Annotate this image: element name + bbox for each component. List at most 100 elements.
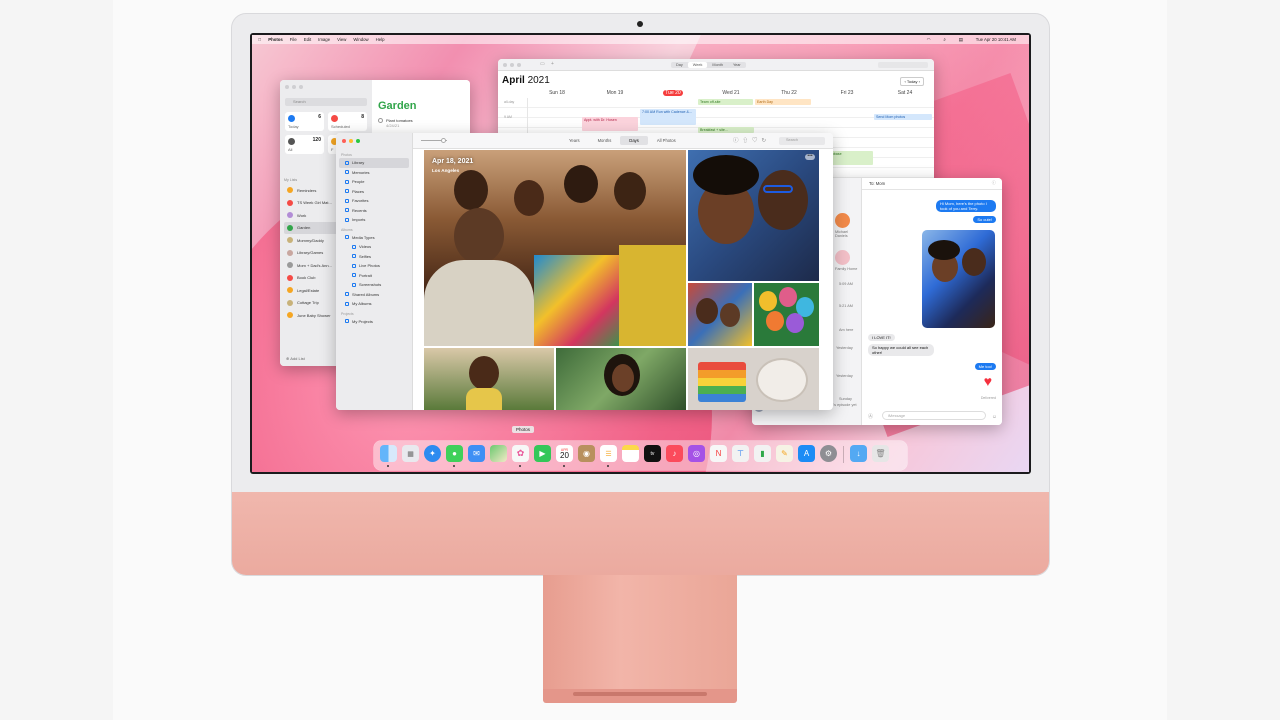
photo-thumbnail[interactable] [754, 283, 819, 346]
contacts-icon[interactable]: ◉ [578, 445, 595, 462]
sidebar-item-my-projects[interactable]: My Projects [339, 317, 409, 327]
heart-icon[interactable]: ♥ [984, 373, 992, 389]
sidebar-item-media-types[interactable]: Media Types [339, 233, 409, 243]
sidebar-item-library[interactable]: Library [339, 158, 409, 168]
maps-icon[interactable] [490, 445, 507, 462]
day-header[interactable]: Sun 18 [528, 90, 586, 96]
tile-all[interactable]: 120 All [285, 135, 324, 154]
info-icon[interactable]: ⓘ [992, 180, 996, 186]
photo-thumbnail[interactable] [424, 348, 554, 410]
tab-all-photos[interactable]: All Photos [648, 136, 685, 145]
tab-months[interactable]: Months [589, 136, 621, 145]
reminders-icon[interactable]: ☰ [600, 445, 617, 462]
sidebar-item-my-albums[interactable]: My Albums [339, 299, 409, 309]
calendar-event[interactable]: Send Mom photos [874, 114, 932, 120]
downloads-folder-icon[interactable]: ↓ [850, 445, 867, 462]
sidebar-item-screenshots[interactable]: Screenshots [339, 280, 409, 290]
mail-icon[interactable]: ✉ [468, 445, 485, 462]
sidebar-item-live-photos[interactable]: Live Photos [339, 261, 409, 271]
photo-thumbnail[interactable] [688, 283, 752, 346]
podcasts-icon[interactable]: ◎ [688, 445, 705, 462]
photo-thumbnail[interactable]: Apr 18, 2021 Los Angeles [424, 150, 686, 346]
photos-icon[interactable]: ✿ [512, 445, 529, 462]
message-bubble-received[interactable]: I LOVE IT! [868, 334, 895, 341]
photo-thumbnail[interactable]: ••• [688, 150, 819, 281]
menu-file[interactable]: File [290, 37, 297, 42]
sidebar-item-recents[interactable]: Recents [339, 206, 409, 216]
window-controls[interactable] [285, 85, 303, 89]
calendar-event[interactable]: Breakfast + site... [698, 127, 754, 133]
view-month[interactable]: Month [707, 62, 728, 68]
sidebar-item-favorites[interactable]: Favorites [339, 196, 409, 206]
day-header[interactable]: Fri 23 [818, 90, 876, 96]
gear-icon[interactable]: ⚙ [820, 445, 837, 462]
day-header[interactable]: Sat 24 [876, 90, 934, 96]
apple-icon[interactable]:  [258, 37, 261, 42]
view-year[interactable]: Year [728, 62, 746, 68]
reminder-item[interactable]: Plant tomatoes 4/24/21 [378, 118, 464, 128]
music-icon[interactable]: ♪ [666, 445, 683, 462]
message-bubble-sent[interactable]: Hi Mom, here's the photo I took of you a… [936, 200, 996, 212]
recipient-field[interactable]: To: Mom ⓘ [862, 178, 1002, 190]
emoji-icon[interactable]: ☺ [992, 414, 997, 420]
close-icon[interactable] [342, 139, 346, 143]
message-photo[interactable] [922, 230, 995, 328]
menu-app-name[interactable]: Photos [268, 37, 283, 42]
calendar-list-icon[interactable]: ▭ [540, 61, 545, 67]
keynote-icon[interactable]: ⊤ [732, 445, 749, 462]
day-header[interactable]: Wed 21 [702, 90, 760, 96]
window-controls[interactable] [503, 63, 521, 67]
message-input[interactable]: iMessage [882, 411, 986, 420]
info-icon[interactable]: ⓘ [733, 138, 743, 144]
minimize-icon[interactable] [349, 139, 353, 143]
trash-icon[interactable]: 🗑 [872, 445, 889, 462]
view-week[interactable]: Week [687, 62, 708, 68]
control-center-icon[interactable]: ▤ [959, 37, 963, 43]
share-icon[interactable]: ⇧ [743, 138, 753, 144]
day-header[interactable]: Thu 22 [760, 90, 818, 96]
add-list-button[interactable]: ⊕ Add List [286, 356, 305, 361]
conversation-name[interactable]: Family Home [835, 267, 857, 271]
apple-tv-icon[interactable]: tv [644, 445, 661, 462]
sidebar-item-selfies[interactable]: Selfies [339, 252, 409, 262]
add-event-icon[interactable]: + [551, 61, 554, 67]
tab-years[interactable]: Years [560, 136, 589, 145]
finder-icon[interactable] [380, 445, 397, 462]
tile-scheduled[interactable]: 8 Scheduled [328, 112, 367, 131]
sidebar-item-shared-albums[interactable]: Shared Albums [339, 290, 409, 300]
message-bubble-sent[interactable]: Me too! [974, 363, 996, 370]
news-icon[interactable]: N [710, 445, 727, 462]
search-icon[interactable]: ⌕ [943, 37, 945, 43]
heart-icon[interactable]: ♡ [752, 138, 762, 144]
reminders-search-input[interactable]: Search [285, 98, 367, 106]
sidebar-item-memories[interactable]: Memories [339, 168, 409, 178]
wifi-icon[interactable]: ◠ [927, 37, 931, 43]
calendar-event[interactable]: Earth Day [755, 99, 811, 105]
safari-icon[interactable]: ✦ [424, 445, 441, 462]
tile-today[interactable]: 6 Today [285, 112, 324, 131]
sidebar-item-people[interactable]: People [339, 177, 409, 187]
pages-icon[interactable]: ✎ [776, 445, 793, 462]
menu-clock[interactable]: Tue Apr 20 10:41 AM [976, 37, 1016, 43]
zoom-slider-knob[interactable] [441, 138, 446, 143]
more-icon[interactable]: ••• [805, 154, 815, 160]
fullscreen-icon[interactable] [356, 139, 360, 143]
launchpad-icon[interactable]: ▦ [402, 445, 419, 462]
tab-days[interactable]: Days [620, 136, 648, 145]
photo-thumbnail[interactable] [688, 348, 819, 410]
sidebar-item-videos[interactable]: Videos [339, 242, 409, 252]
notes-icon[interactable] [622, 445, 639, 462]
sidebar-item-imports[interactable]: Imports [339, 215, 409, 225]
app-store-icon[interactable]: Ⓐ [868, 413, 873, 420]
day-header[interactable]: Mon 19 [586, 90, 644, 96]
sidebar-item-portrait[interactable]: Portrait [339, 271, 409, 281]
rotate-icon[interactable]: ↻ [762, 138, 771, 144]
day-header-today[interactable]: Tue 20 [644, 90, 702, 96]
message-bubble-sent[interactable]: So cute! [973, 216, 996, 223]
today-button[interactable]: ‹ Today › [900, 77, 924, 86]
menu-image[interactable]: Image [318, 37, 330, 42]
calendar-event[interactable]: Appt. with Dr. Hosen [582, 117, 638, 131]
avatar[interactable] [835, 213, 850, 228]
facetime-icon[interactable]: ▶ [534, 445, 551, 462]
calendar-event[interactable]: 7:00 AM Run with Cadence &... [640, 109, 696, 125]
